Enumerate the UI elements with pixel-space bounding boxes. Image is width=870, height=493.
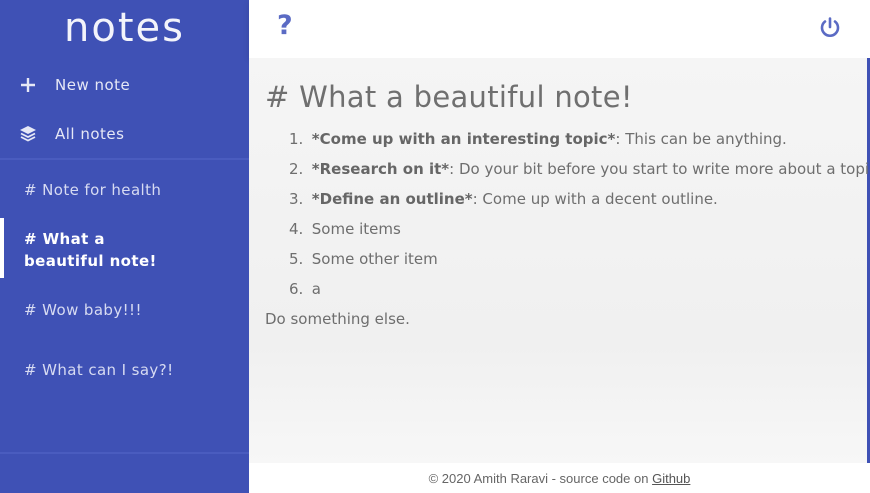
sidebar: notes New note All notes # Note for heal… bbox=[0, 0, 249, 493]
note-list-item[interactable]: # What can I say?! bbox=[0, 359, 249, 381]
all-notes-label: All notes bbox=[55, 125, 125, 143]
all-notes-button[interactable]: All notes bbox=[0, 112, 249, 156]
help-button[interactable]: ? bbox=[277, 10, 293, 41]
power-icon bbox=[818, 17, 842, 44]
note-editor[interactable]: # What a beautiful note! 1. *Come up wit… bbox=[249, 58, 870, 463]
footer-text: © 2020 Amith Raravi - source code on bbox=[428, 471, 653, 486]
note-ordered-list: 1. *Come up with an interesting topic*: … bbox=[289, 124, 870, 304]
list-item: 6. a bbox=[289, 280, 321, 298]
notes-list: # Note for health # What a beautiful not… bbox=[0, 158, 249, 454]
note-list-item-active[interactable]: # What a beautiful note! bbox=[0, 218, 180, 278]
note-paragraph: Do something else. bbox=[265, 310, 410, 328]
note-list-item[interactable]: # Wow baby!!! bbox=[0, 299, 249, 321]
list-item: 3. *Define an outline*: Come up with a d… bbox=[289, 190, 718, 208]
list-item: 1. *Come up with an interesting topic*: … bbox=[289, 130, 787, 148]
note-content: # What a beautiful note! 1. *Come up wit… bbox=[265, 78, 870, 334]
new-note-label: New note bbox=[55, 76, 131, 94]
logout-button[interactable] bbox=[818, 16, 842, 40]
github-link[interactable]: Github bbox=[652, 471, 690, 486]
top-bar: ? bbox=[249, 0, 870, 58]
note-list-item[interactable]: # Note for health bbox=[0, 179, 249, 201]
page-footer: © 2020 Amith Raravi - source code on Git… bbox=[249, 463, 870, 493]
plus-icon bbox=[0, 77, 55, 93]
note-heading: # What a beautiful note! bbox=[265, 80, 633, 114]
new-note-button[interactable]: New note bbox=[0, 63, 249, 107]
list-item: 2. *Research on it*: Do your bit before … bbox=[289, 160, 870, 178]
list-item: 4. Some items bbox=[289, 220, 401, 238]
list-item: 5. Some other item bbox=[289, 250, 438, 268]
layers-icon bbox=[0, 125, 55, 143]
app-logo: notes bbox=[64, 5, 185, 51]
